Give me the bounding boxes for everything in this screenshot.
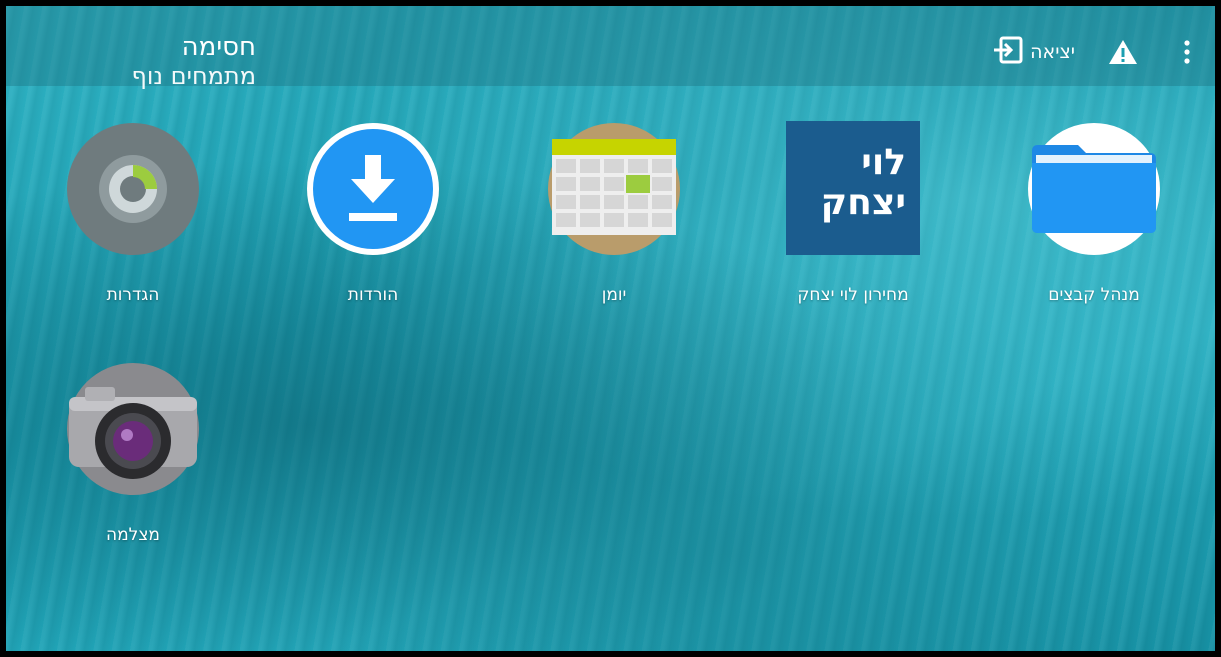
app-label: הגדרות — [106, 285, 160, 305]
app-label: יומן — [601, 285, 627, 305]
more-options-button[interactable] — [1173, 36, 1201, 72]
settings-gear-icon — [65, 121, 201, 257]
app-settings[interactable]: הגדרות — [33, 121, 233, 305]
app-levi-yitzhak[interactable]: לוי יצחק מחירון לוי יצחק — [753, 121, 953, 305]
app-label: מנהל קבצים — [1048, 285, 1140, 305]
levi-yitzhak-logo-icon: לוי יצחק — [786, 121, 920, 255]
app-label: הורדות — [347, 285, 399, 305]
home-screen: חסימה מתמחים נוף יציאה מנהל קבצים לוי יצ… — [6, 6, 1215, 651]
app-label: מחירון לוי יצחק — [797, 285, 909, 305]
app-label: מצלמה — [106, 525, 160, 545]
app-camera[interactable]: מצלמה — [33, 361, 233, 545]
exit-button[interactable]: יציאה — [992, 34, 1075, 70]
app-calendar[interactable]: יומן — [514, 121, 714, 305]
app-file-manager[interactable]: מנהל קבצים — [994, 121, 1194, 305]
exit-icon — [992, 35, 1024, 70]
top-bar: חסימה מתמחים נוף יציאה — [6, 6, 1215, 90]
warning-button[interactable] — [1105, 36, 1141, 72]
folder-icon — [1026, 121, 1162, 257]
download-icon — [305, 121, 441, 257]
exit-label: יציאה — [1030, 41, 1075, 63]
camera-icon — [65, 361, 201, 497]
more-vert-icon — [1183, 39, 1191, 69]
calendar-icon — [546, 121, 682, 257]
app-downloads[interactable]: הורדות — [273, 121, 473, 305]
title-block: חסימה מתמחים נוף — [66, 32, 256, 92]
page-title: חסימה — [181, 32, 256, 62]
logo-text-line1: לוי — [861, 142, 906, 183]
logo-text-line2: יצחק — [820, 182, 906, 223]
warning-icon — [1108, 38, 1138, 70]
page-subtitle: מתמחים נוף — [131, 62, 256, 90]
